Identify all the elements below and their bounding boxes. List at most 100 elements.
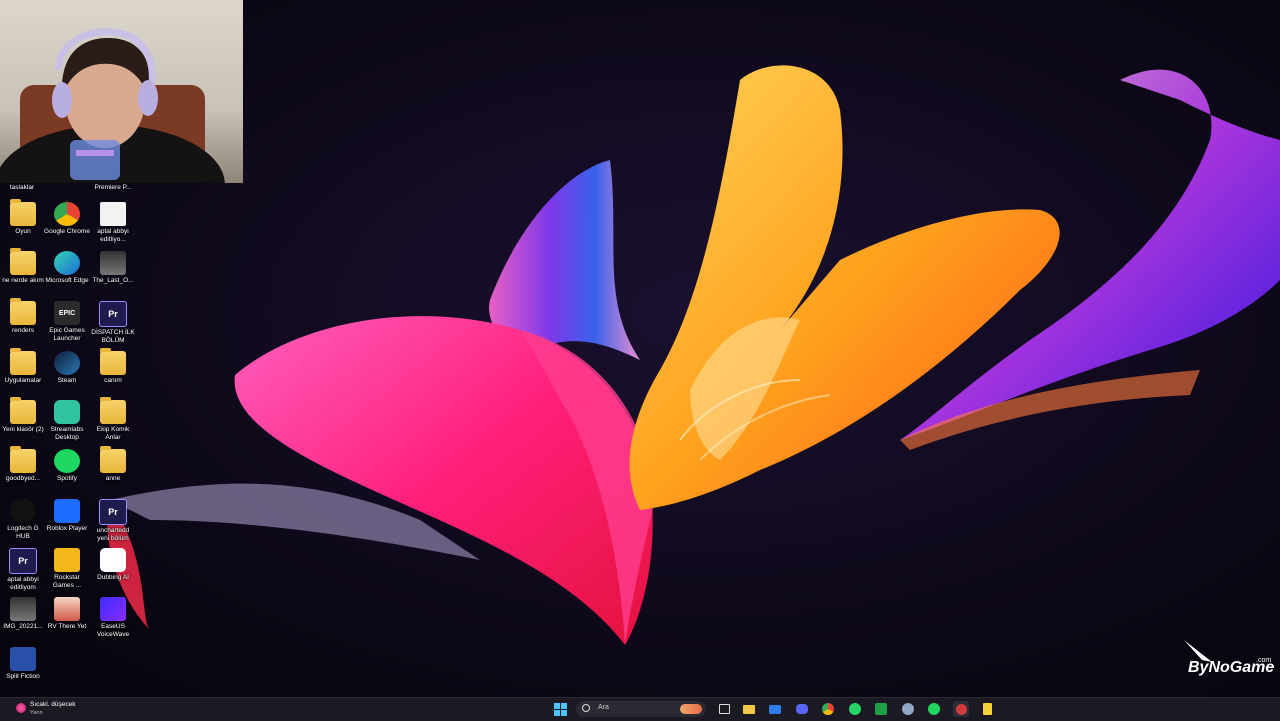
notes-icon [982, 703, 992, 715]
desktop-icon-label: anne [105, 475, 121, 482]
desktop-icon[interactable]: Split Fiction [0, 647, 46, 681]
desktop-icon[interactable]: Google Chrome [44, 202, 90, 236]
desktop-icon-label: Roblox Player [46, 525, 88, 532]
taskbar-search-box[interactable]: Ara [576, 701, 706, 717]
desktop-icon[interactable]: Pr unchartedd yeni bölüm [90, 499, 136, 542]
desktop-icon-label: RV There Yet [47, 623, 87, 630]
spotify-icon [54, 449, 80, 473]
desktop-icon[interactable]: EPIC Epic Games Launcher [44, 301, 90, 342]
watermark-suffix: .com [1256, 657, 1271, 664]
image-icon [100, 251, 126, 275]
desktop-icon[interactable]: Ekip Komik Anlar [90, 397, 136, 441]
desktop-icon[interactable]: renders [0, 298, 46, 335]
folder-icon [10, 397, 36, 424]
desktop-icon-label: aptal abbyi editliyom [7, 576, 39, 591]
game-icon [54, 597, 80, 621]
desktop-icon-label: Dubbing AI [97, 574, 129, 581]
desktop-icon[interactable]: The_Last_O... [90, 251, 136, 285]
desktop-icon[interactable]: ne nerde akım [0, 248, 46, 285]
desktop-icon-label: goodbyed... [6, 475, 40, 482]
desktop-icon-label: Split Fiction [6, 673, 40, 680]
folder-icon [10, 348, 36, 375]
start-button[interactable] [552, 701, 568, 717]
desktop-icon[interactable]: Dubbing AI [90, 548, 136, 582]
desktop-icon[interactable]: Uygulamalar [0, 348, 46, 385]
chrome-icon [54, 202, 80, 226]
desktop-icon[interactable]: Streamlabs Desktop [44, 400, 90, 441]
premiere-project-icon: Pr [99, 499, 127, 525]
desktop-icon[interactable]: Roblox Player [44, 499, 90, 533]
desktop-icon[interactable]: Microsoft Edge [44, 251, 90, 285]
desktop-icon[interactable]: Pr aptal abbyi editliyom [0, 548, 46, 591]
windows-icon [553, 702, 567, 716]
folder-icon [10, 298, 36, 325]
task-view-button[interactable] [716, 701, 732, 717]
desktop-icon-label: unchartedd yeni bölüm [96, 527, 130, 542]
desktop-icon[interactable]: aptal abbyi editliyo... [90, 202, 136, 243]
desktop-icon[interactable]: anne [90, 446, 136, 483]
desktop-icon[interactable]: Pr DİSPATCH İLK BÖLÜM [90, 301, 136, 344]
whatsapp-icon [849, 703, 861, 715]
folder-icon [10, 446, 36, 473]
epic-games-icon: EPIC [54, 301, 80, 325]
desktop-icon-label: Steam [57, 377, 77, 384]
task-view-icon [718, 704, 730, 714]
desktop-icon-label: Google Chrome [44, 228, 90, 235]
desktop-icon-label: canım [104, 377, 122, 384]
taskbar: Sıcakl. düşecek Yarın Ara [0, 697, 1280, 721]
edge-icon [54, 251, 80, 275]
search-placeholder: Ara [598, 704, 609, 711]
desktop-icon[interactable]: Yeni klasör (2) [0, 397, 46, 434]
folder-icon [100, 348, 126, 375]
roblox-icon [54, 499, 80, 523]
image-icon [10, 597, 36, 621]
taskbar-steam[interactable] [900, 701, 916, 717]
folder-icon [10, 199, 36, 226]
steam-icon [902, 703, 914, 715]
desktop-icon-label: DİSPATCH İLK BÖLÜM [91, 329, 135, 344]
taskbar-file-explorer[interactable] [741, 701, 757, 717]
rockstar-icon [54, 548, 80, 572]
desktop-icon[interactable]: Steam [44, 351, 90, 385]
dubbing-ai-icon [100, 548, 126, 572]
desktop-icon[interactable]: EaseUS VoiceWave [90, 597, 136, 638]
desktop-icon[interactable]: Oyun [0, 199, 46, 236]
weather-icon [16, 703, 26, 713]
app-icon [955, 703, 967, 715]
desktop-icon[interactable]: IMG_20221... [0, 597, 46, 631]
taskbar-spotify[interactable] [926, 701, 942, 717]
taskbar-xbox[interactable] [873, 701, 889, 717]
taskbar-mail[interactable] [767, 701, 783, 717]
discord-icon [796, 704, 808, 714]
taskbar-discord[interactable] [794, 701, 810, 717]
bynogame-watermark: ByNoGame .com [1182, 640, 1276, 690]
desktop-icon[interactable]: Rockstar Games ... [44, 548, 90, 589]
desktop-icon-label: Rockstar Games ... [52, 574, 82, 589]
desktop-icon-label: Epic Games Launcher [49, 327, 85, 342]
desktop-icon[interactable]: goodbyed... [0, 446, 46, 483]
taskbar-chrome[interactable] [820, 701, 836, 717]
voicewave-icon [100, 597, 126, 621]
desktop-icon-label: Ekip Komik Anlar [96, 426, 130, 441]
weather-title: Sıcakl. düşecek [30, 701, 76, 708]
logitech-icon [10, 499, 36, 523]
folder-icon [100, 397, 126, 424]
search-highlight-icon [680, 704, 702, 714]
desktop-icon-label: ne nerde akım [2, 277, 44, 284]
desktop-icon-label: Logitech G HUB [7, 525, 39, 540]
taskbar-app-active[interactable] [953, 701, 969, 717]
desktop-icon[interactable]: Logitech G HUB [0, 499, 46, 540]
webcam-person-image [0, 28, 225, 183]
desktop-icon[interactable]: Spotify [44, 449, 90, 483]
file-explorer-icon [743, 704, 755, 714]
desktop-icon-label: aptal abbyi editliyo... [97, 228, 129, 243]
streamlabs-icon [54, 400, 80, 424]
taskbar-whatsapp[interactable] [847, 701, 863, 717]
split-fiction-icon [10, 647, 36, 671]
folder-icon [10, 248, 36, 275]
taskbar-notes[interactable] [979, 701, 995, 717]
cut-label: taslaklar [9, 184, 35, 191]
desktop-icon[interactable]: RV There Yet [44, 597, 90, 631]
desktop-icon-label: EaseUS VoiceWave [96, 623, 130, 638]
desktop-icon[interactable]: canım [90, 348, 136, 385]
